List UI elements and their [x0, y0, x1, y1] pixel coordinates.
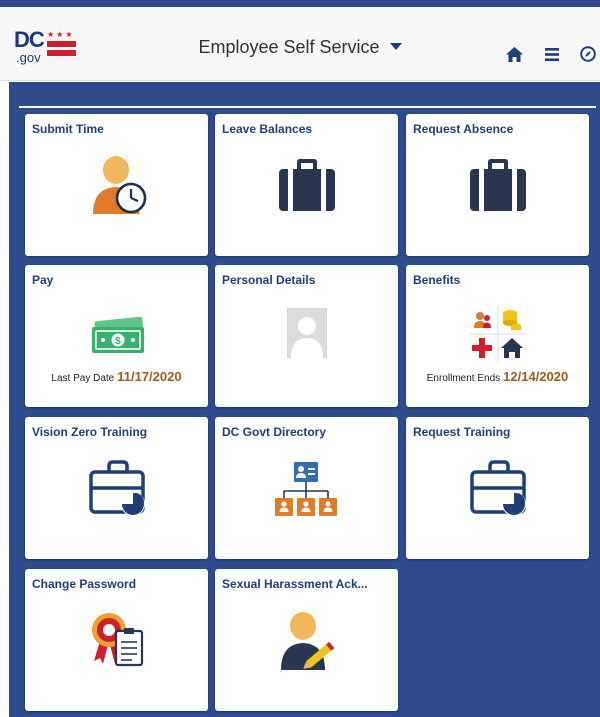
- tile-title: Personal Details: [222, 273, 316, 287]
- tile-vision-zero-training[interactable]: Vision Zero Training: [25, 417, 208, 559]
- page-title: Employee Self Service: [198, 37, 380, 57]
- tile-title: Request Absence: [413, 122, 514, 136]
- training-briefcase-icon: [470, 460, 526, 516]
- enrollment-ends-label: Enrollment Ends: [426, 373, 501, 384]
- tile-pay[interactable]: Pay $ Last Pay Date 11/17/2020: [25, 265, 208, 407]
- tile-title: Leave Balances: [222, 122, 313, 136]
- header: DC ★★★ .gov Employee Self Service: [0, 7, 600, 81]
- employee-clock-icon: [93, 156, 147, 214]
- navigator-icon[interactable]: [580, 46, 596, 62]
- org-chart-icon: [275, 462, 337, 516]
- certificate-icon: [92, 613, 144, 667]
- benefits-footer: Enrollment Ends 12/14/2020: [406, 368, 589, 386]
- tile-request-absence[interactable]: Request Absence: [406, 114, 589, 256]
- briefcase-icon: [279, 159, 335, 211]
- tile-change-password[interactable]: Change Password: [25, 569, 208, 711]
- tile-title: Vision Zero Training: [32, 425, 148, 439]
- homepage-tiles-area: Submit Time Leave Balances Request Absen…: [9, 82, 600, 717]
- last-pay-date-value: 11/17/2020: [117, 369, 182, 384]
- tile-title: Sexual Harassment Ack...: [222, 577, 368, 591]
- tile-title: Request Training: [413, 425, 511, 439]
- tile-personal-details[interactable]: Personal Details: [215, 265, 398, 407]
- profile-photo-icon: [287, 308, 327, 358]
- money-icon: $: [92, 317, 145, 353]
- training-briefcase-icon: [89, 460, 145, 516]
- tile-leave-balances[interactable]: Leave Balances: [215, 114, 398, 256]
- tile-sexual-harassment-ack[interactable]: Sexual Harassment Ack...: [215, 569, 398, 711]
- top-strip: [0, 0, 600, 7]
- tile-request-training[interactable]: Request Training: [406, 417, 589, 559]
- pay-footer: Last Pay Date 11/17/2020: [25, 368, 208, 386]
- last-pay-date-label: Last Pay Date: [51, 373, 115, 384]
- home-icon[interactable]: [506, 47, 523, 62]
- tile-title: Submit Time: [32, 122, 104, 136]
- menu-icon[interactable]: [545, 48, 559, 61]
- enrollment-ends-value: 12/14/2020: [503, 369, 569, 384]
- chevron-down-icon: [389, 43, 402, 51]
- briefcase-icon: [470, 159, 526, 211]
- tile-title: DC Govt Directory: [222, 425, 327, 439]
- tile-dc-govt-directory[interactable]: DC Govt Directory: [215, 417, 398, 559]
- tile-title: Change Password: [32, 577, 137, 591]
- svg-text:$: $: [115, 336, 121, 347]
- tile-submit-time[interactable]: Submit Time: [25, 114, 208, 256]
- divider: [19, 106, 596, 108]
- tile-title: Pay: [32, 273, 54, 287]
- benefits-icon: [470, 305, 526, 363]
- tile-title: Benefits: [413, 273, 461, 287]
- tile-benefits[interactable]: Benefits Enrollment Ends 12/14/2020: [406, 265, 589, 407]
- employee-sign-icon: [281, 612, 335, 670]
